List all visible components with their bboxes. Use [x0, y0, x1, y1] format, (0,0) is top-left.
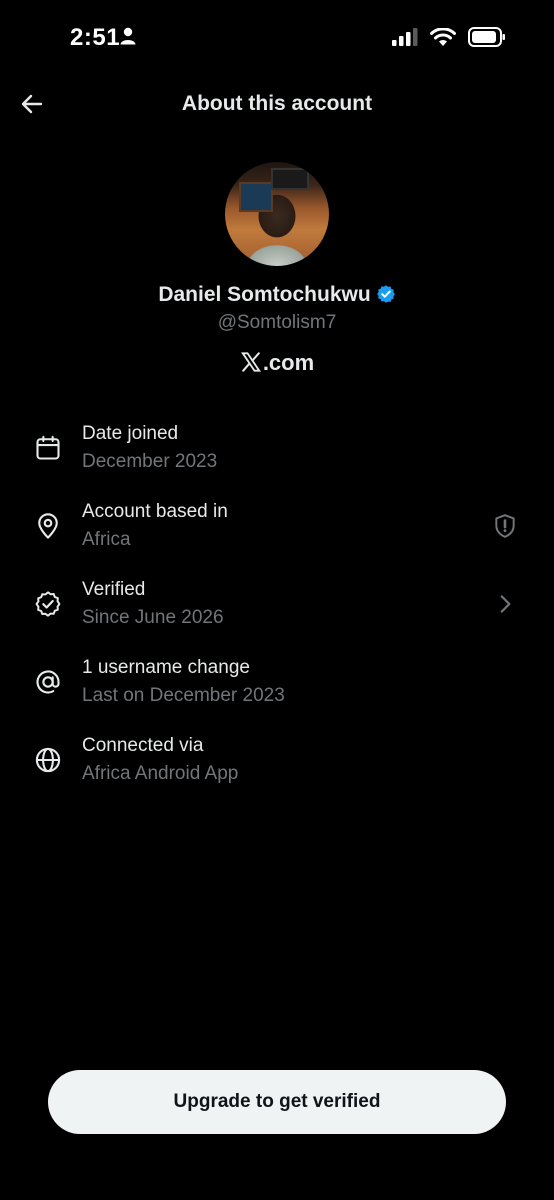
row-value: Since June 2026: [82, 607, 224, 628]
row-date-joined: Date joined December 2023: [0, 420, 554, 482]
avatar[interactable]: [225, 162, 329, 266]
row-username-change: 1 username change Last on December 2023: [0, 654, 554, 716]
row-account-based-in: Account based in Africa: [0, 498, 554, 560]
header: About this account: [0, 76, 554, 134]
status-bar: 2:51: [0, 0, 554, 76]
at-sign-icon: [34, 668, 62, 696]
row-title: Account based in: [82, 501, 228, 522]
profile-handle: @Somtolism7: [217, 312, 337, 333]
row-title: 1 username change: [82, 657, 250, 678]
chevron-right-icon: [492, 591, 518, 617]
row-verified[interactable]: Verified Since June 2026: [0, 576, 554, 638]
verified-badge-icon[interactable]: [376, 284, 396, 310]
row-title: Verified: [82, 579, 146, 600]
row-connected-via: Connected via Africa Android App: [0, 732, 554, 794]
row-value: Last on December 2023: [82, 685, 285, 706]
row-value: Africa: [82, 529, 131, 550]
wifi-icon: [430, 26, 456, 52]
row-title: Connected via: [82, 735, 204, 756]
x-logo-icon: [240, 351, 262, 379]
row-value: December 2023: [82, 451, 218, 472]
person-icon: [120, 27, 136, 50]
verified-badge-icon: [34, 590, 62, 618]
status-time: 2:51: [70, 24, 121, 51]
row-title: Date joined: [82, 423, 179, 444]
page-title: About this account: [181, 92, 373, 115]
globe-icon: [34, 746, 62, 774]
upgrade-to-verified-button[interactable]: Upgrade to get verified: [48, 1070, 506, 1134]
row-value: Africa Android App: [82, 763, 239, 784]
status-icons: [392, 26, 506, 52]
battery-icon: [468, 27, 506, 52]
cellular-signal-icon: [392, 28, 418, 51]
calendar-icon: [34, 434, 62, 462]
site-link[interactable]: .com: [0, 350, 554, 379]
location-pin-icon: [34, 512, 62, 540]
shield-alert-icon[interactable]: [492, 513, 518, 539]
profile-name: Daniel Somtochukwu: [158, 283, 371, 306]
site-domain: .com: [262, 350, 315, 375]
profile-name-line: Daniel Somtochukwu: [0, 283, 554, 310]
